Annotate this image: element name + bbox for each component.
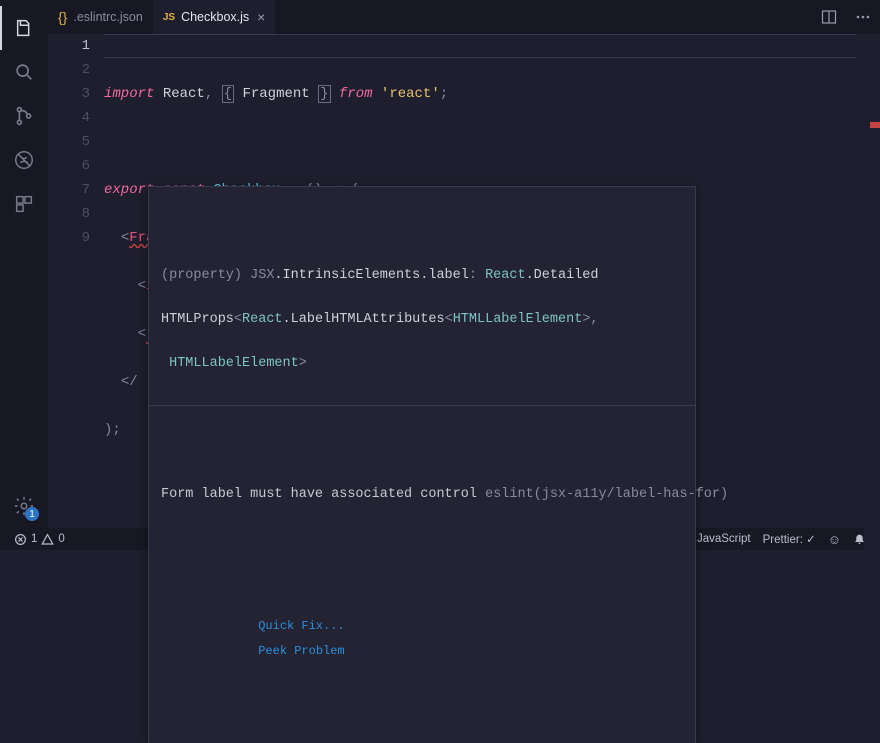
tab-checkbox[interactable]: JS Checkbox.js × (153, 0, 276, 34)
split-editor-icon[interactable] (812, 0, 846, 34)
code-editor[interactable]: 1 2 3 4 5 6 7 8 9 import React, { Fragme… (48, 34, 880, 586)
extensions-icon[interactable] (0, 182, 48, 226)
no-bugs-icon[interactable] (0, 138, 48, 182)
activity-bar: 1 (0, 0, 48, 528)
minimap[interactable] (864, 34, 880, 586)
more-actions-icon[interactable] (846, 0, 880, 34)
line-gutter: 1 2 3 4 5 6 7 8 9 (48, 34, 104, 586)
code-content[interactable]: import React, { Fragment } from 'react';… (104, 34, 864, 586)
tab-bar: {} .eslintrc.json JS Checkbox.js × (48, 0, 880, 34)
js-icon: JS (163, 12, 175, 23)
tab-label: .eslintrc.json (73, 10, 142, 24)
source-control-icon[interactable] (0, 94, 48, 138)
hover-signature: (property) JSX.IntrinsicElements.label: … (149, 235, 695, 406)
quick-fix-link[interactable]: Quick Fix... (258, 619, 344, 633)
search-icon[interactable] (0, 50, 48, 94)
tab-eslintrc[interactable]: {} .eslintrc.json (48, 0, 153, 34)
peek-problem-link[interactable]: Peek Problem (258, 644, 344, 658)
explorer-icon[interactable] (0, 6, 48, 50)
hover-message: Form label must have associated control … (149, 454, 695, 536)
json-icon: {} (58, 9, 67, 25)
close-icon[interactable]: × (257, 9, 265, 25)
minimap-error-marker[interactable] (870, 122, 880, 128)
editor-area: {} .eslintrc.json JS Checkbox.js × 1 2 3… (48, 0, 880, 528)
settings-badge: 1 (25, 507, 39, 521)
tab-label: Checkbox.js (181, 10, 249, 24)
hover-tooltip: (property) JSX.IntrinsicElements.label: … (148, 186, 696, 743)
settings-gear-icon[interactable]: 1 (0, 484, 48, 528)
